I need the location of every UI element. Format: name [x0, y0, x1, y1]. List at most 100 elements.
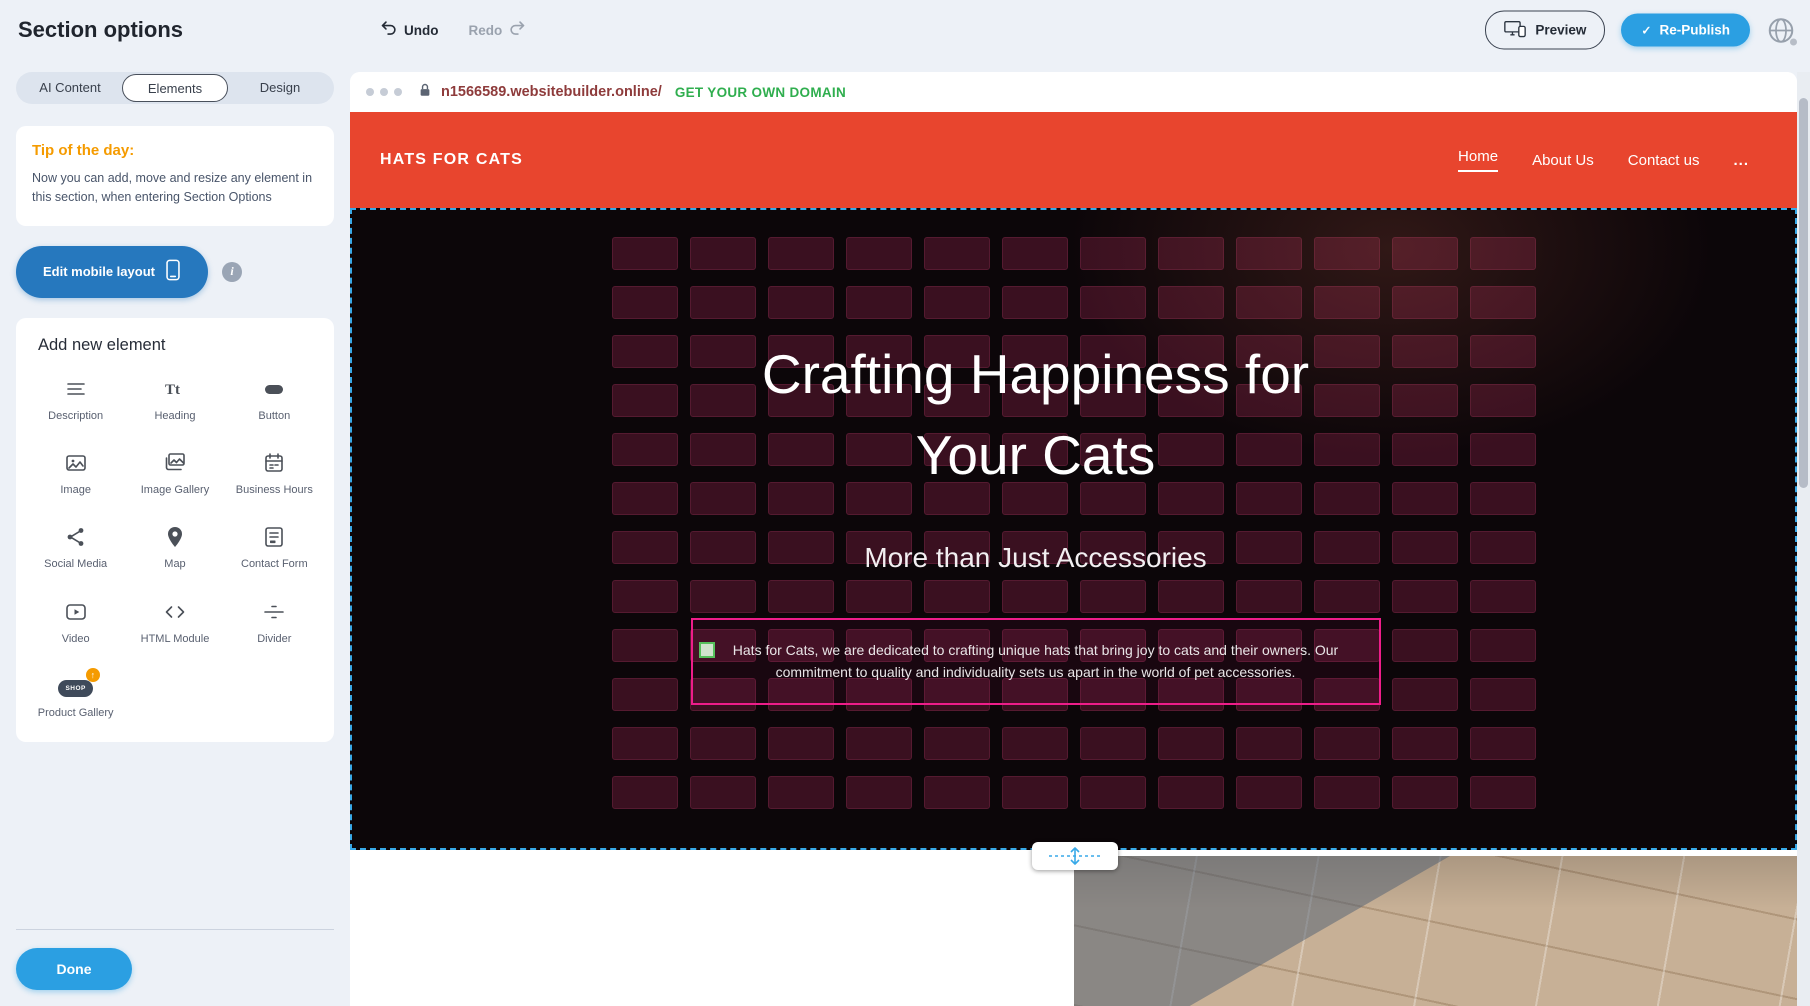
nav-item-about-us[interactable]: About Us — [1532, 152, 1594, 169]
business-hours-icon — [228, 449, 320, 477]
hero-content: Crafting Happiness for Your Cats More th… — [352, 210, 1719, 705]
get-domain-link[interactable]: GET YOUR OWN DOMAIN — [675, 85, 846, 100]
scrollbar-thumb[interactable] — [1799, 98, 1808, 488]
element-label: Social Media — [30, 557, 122, 571]
element-social-media[interactable]: Social Media — [30, 523, 122, 571]
hero-heading[interactable]: Crafting Happiness for Your Cats — [716, 334, 1356, 496]
info-icon[interactable]: i — [222, 262, 242, 282]
element-label: Product Gallery — [30, 706, 122, 720]
element-description[interactable]: Description — [30, 375, 122, 423]
undo-icon — [380, 20, 397, 40]
hero-tile — [1002, 776, 1068, 809]
element-product-gallery[interactable]: SHOP↑ Product Gallery — [30, 672, 122, 720]
undo-button[interactable]: Undo — [380, 20, 439, 40]
hero-tile — [1470, 776, 1536, 809]
hero-tile — [768, 776, 834, 809]
tip-card: Tip of the day: Now you can add, move an… — [16, 126, 334, 226]
element-video[interactable]: Video — [30, 598, 122, 646]
product-gallery-icon: SHOP↑ — [30, 672, 122, 700]
topbar: Section options Undo Redo Preview — [0, 0, 1810, 60]
redo-button[interactable]: Redo — [469, 20, 527, 40]
button-icon — [228, 375, 320, 403]
section-height-handle[interactable] — [1032, 842, 1118, 870]
hero-section[interactable]: Crafting Happiness for Your Cats More th… — [350, 208, 1797, 850]
hero-tile — [924, 727, 990, 760]
hero-tile — [1470, 727, 1536, 760]
element-label: Map — [129, 557, 221, 571]
site-preview-window: n1566589.websitebuilder.online/ GET YOUR… — [350, 72, 1797, 1006]
hero-tile — [1236, 776, 1302, 809]
nav-item-contact-us[interactable]: Contact us — [1628, 152, 1700, 169]
redo-icon — [509, 20, 526, 40]
hero-tile — [1314, 727, 1380, 760]
sidebar-tabs: AI ContentElementsDesign — [16, 72, 334, 104]
element-image-gallery[interactable]: Image Gallery — [129, 449, 221, 497]
hero-tile — [612, 776, 678, 809]
panel-title: Section options — [18, 17, 183, 43]
element-image[interactable]: Image — [30, 449, 122, 497]
tab-elements[interactable]: Elements — [122, 74, 228, 102]
globe-dot — [1790, 38, 1797, 45]
element-label: Divider — [228, 632, 320, 646]
hero-tile — [768, 727, 834, 760]
element-label: Image — [30, 483, 122, 497]
element-business-hours[interactable]: Business Hours — [228, 449, 320, 497]
nav-more[interactable]: ... — [1733, 152, 1749, 169]
done-button[interactable]: Done — [16, 948, 132, 990]
site-logo[interactable]: HATS FOR CATS — [380, 151, 523, 169]
description-icon — [30, 375, 122, 403]
site-header: HATS FOR CATS Home About Us Contact us... — [350, 112, 1797, 208]
map-icon — [129, 523, 221, 551]
element-button[interactable]: Button — [228, 375, 320, 423]
hero-tile — [924, 776, 990, 809]
tab-ai-content[interactable]: AI Content — [18, 74, 122, 102]
next-section — [350, 850, 1797, 1006]
element-divider[interactable]: Divider — [228, 598, 320, 646]
image-gallery-icon — [129, 449, 221, 477]
edit-mobile-layout-button[interactable]: Edit mobile layout — [16, 246, 208, 298]
element-resize-handle[interactable] — [699, 642, 715, 658]
window-dots-icon — [366, 88, 402, 96]
app-window: Section options Undo Redo Preview — [0, 0, 1810, 1006]
element-heading[interactable]: Tt Heading — [129, 375, 221, 423]
element-contact-form[interactable]: Contact Form — [228, 523, 320, 571]
hero-tile — [846, 727, 912, 760]
undo-redo-group: Undo Redo — [380, 20, 526, 40]
hero-tile — [1314, 776, 1380, 809]
element-map[interactable]: Map — [129, 523, 221, 571]
hero-subheading[interactable]: More than Just Accessories — [864, 542, 1206, 574]
element-label: Video — [30, 632, 122, 646]
image-icon — [30, 449, 122, 477]
hero-tile — [1158, 776, 1224, 809]
tip-body: Now you can add, move and resize any ele… — [32, 169, 318, 208]
main-canvas: n1566589.websitebuilder.online/ GET YOUR… — [350, 60, 1810, 1006]
element-html-module[interactable]: HTML Module — [129, 598, 221, 646]
video-icon — [30, 598, 122, 626]
element-label: Button — [228, 409, 320, 423]
element-label: Image Gallery — [129, 483, 221, 497]
preview-button[interactable]: Preview — [1485, 11, 1605, 50]
add-element-panel: Add new element DescriptionTtHeadingButt… — [16, 318, 334, 742]
element-label: Heading — [129, 409, 221, 423]
element-label: HTML Module — [129, 632, 221, 646]
hero-tile — [612, 727, 678, 760]
hero-paragraph: Hats for Cats, we are dedicated to craft… — [707, 639, 1365, 684]
check-icon: ✓ — [1641, 23, 1651, 37]
divider-icon — [228, 598, 320, 626]
upgrade-badge: ↑ — [86, 668, 100, 682]
tip-title: Tip of the day: — [32, 142, 318, 159]
floor-photo — [1074, 856, 1797, 1006]
hero-tile — [1392, 776, 1458, 809]
republish-button[interactable]: ✓ Re-Publish — [1621, 14, 1750, 47]
sidebar-divider — [16, 929, 334, 930]
page-scrollbar[interactable] — [1797, 72, 1810, 1006]
lock-icon — [418, 82, 432, 103]
selected-text-element[interactable]: Hats for Cats, we are dedicated to craft… — [691, 618, 1381, 705]
browser-bar: n1566589.websitebuilder.online/ GET YOUR… — [350, 72, 1797, 112]
tab-design[interactable]: Design — [228, 74, 332, 102]
language-globe-icon[interactable] — [1766, 15, 1796, 45]
social-media-icon — [30, 523, 122, 551]
heading-icon: Tt — [129, 375, 221, 403]
nav-item-home[interactable]: Home — [1458, 148, 1498, 172]
element-label: Description — [30, 409, 122, 423]
